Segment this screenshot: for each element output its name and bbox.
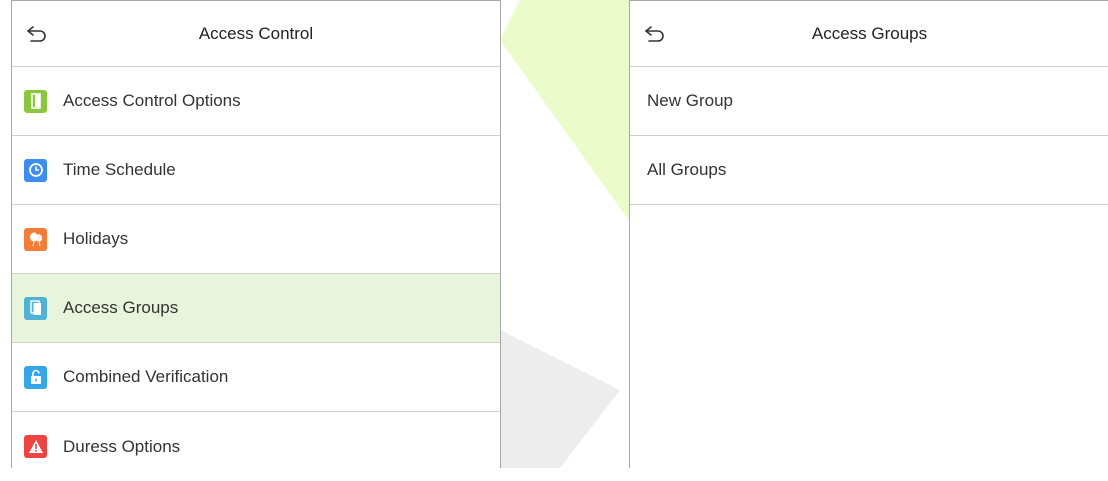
- back-arrow-icon[interactable]: [24, 21, 50, 47]
- menu-item-time-schedule[interactable]: Time Schedule: [12, 136, 500, 205]
- menu-item-access-groups[interactable]: Access Groups: [12, 274, 500, 343]
- clock-icon: [24, 158, 47, 182]
- menu-item-label: Time Schedule: [63, 160, 176, 179]
- back-arrow-icon[interactable]: [642, 21, 668, 47]
- access-control-panel: Access Control Access Control Options Ti…: [11, 0, 501, 468]
- menu-item-label: Access Control Options: [63, 91, 241, 110]
- menu-item-label: Holidays: [63, 229, 129, 248]
- menu-item-all-groups[interactable]: All Groups: [630, 136, 1108, 205]
- menu-item-duress-options[interactable]: Duress Options: [12, 412, 500, 481]
- menu-item-label: Access Groups: [63, 298, 179, 317]
- unlock-icon: [24, 365, 47, 389]
- balloons-icon: [24, 227, 47, 251]
- access-groups-header: Access Groups: [630, 0, 1108, 67]
- menu-item-combined-verification[interactable]: Combined Verification: [12, 343, 500, 412]
- menu-item-access-control-options[interactable]: Access Control Options: [12, 67, 500, 136]
- access-control-header: Access Control: [12, 0, 500, 67]
- menu-item-label: Duress Options: [63, 436, 181, 456]
- menu-item-holidays[interactable]: Holidays: [12, 205, 500, 274]
- door-icon: [24, 89, 47, 113]
- menu-item-new-group[interactable]: New Group: [630, 67, 1108, 136]
- menu-item-label: Combined Verification: [63, 367, 229, 386]
- group-door-icon: [24, 296, 47, 320]
- menu-item-label: All Groups: [647, 160, 727, 179]
- warning-icon: [24, 435, 47, 458]
- access-groups-panel: Access Groups New Group All Groups: [629, 0, 1108, 468]
- page-title: Access Control: [198, 23, 314, 43]
- menu-item-label: New Group: [647, 91, 733, 110]
- page-title: Access Groups: [811, 23, 928, 43]
